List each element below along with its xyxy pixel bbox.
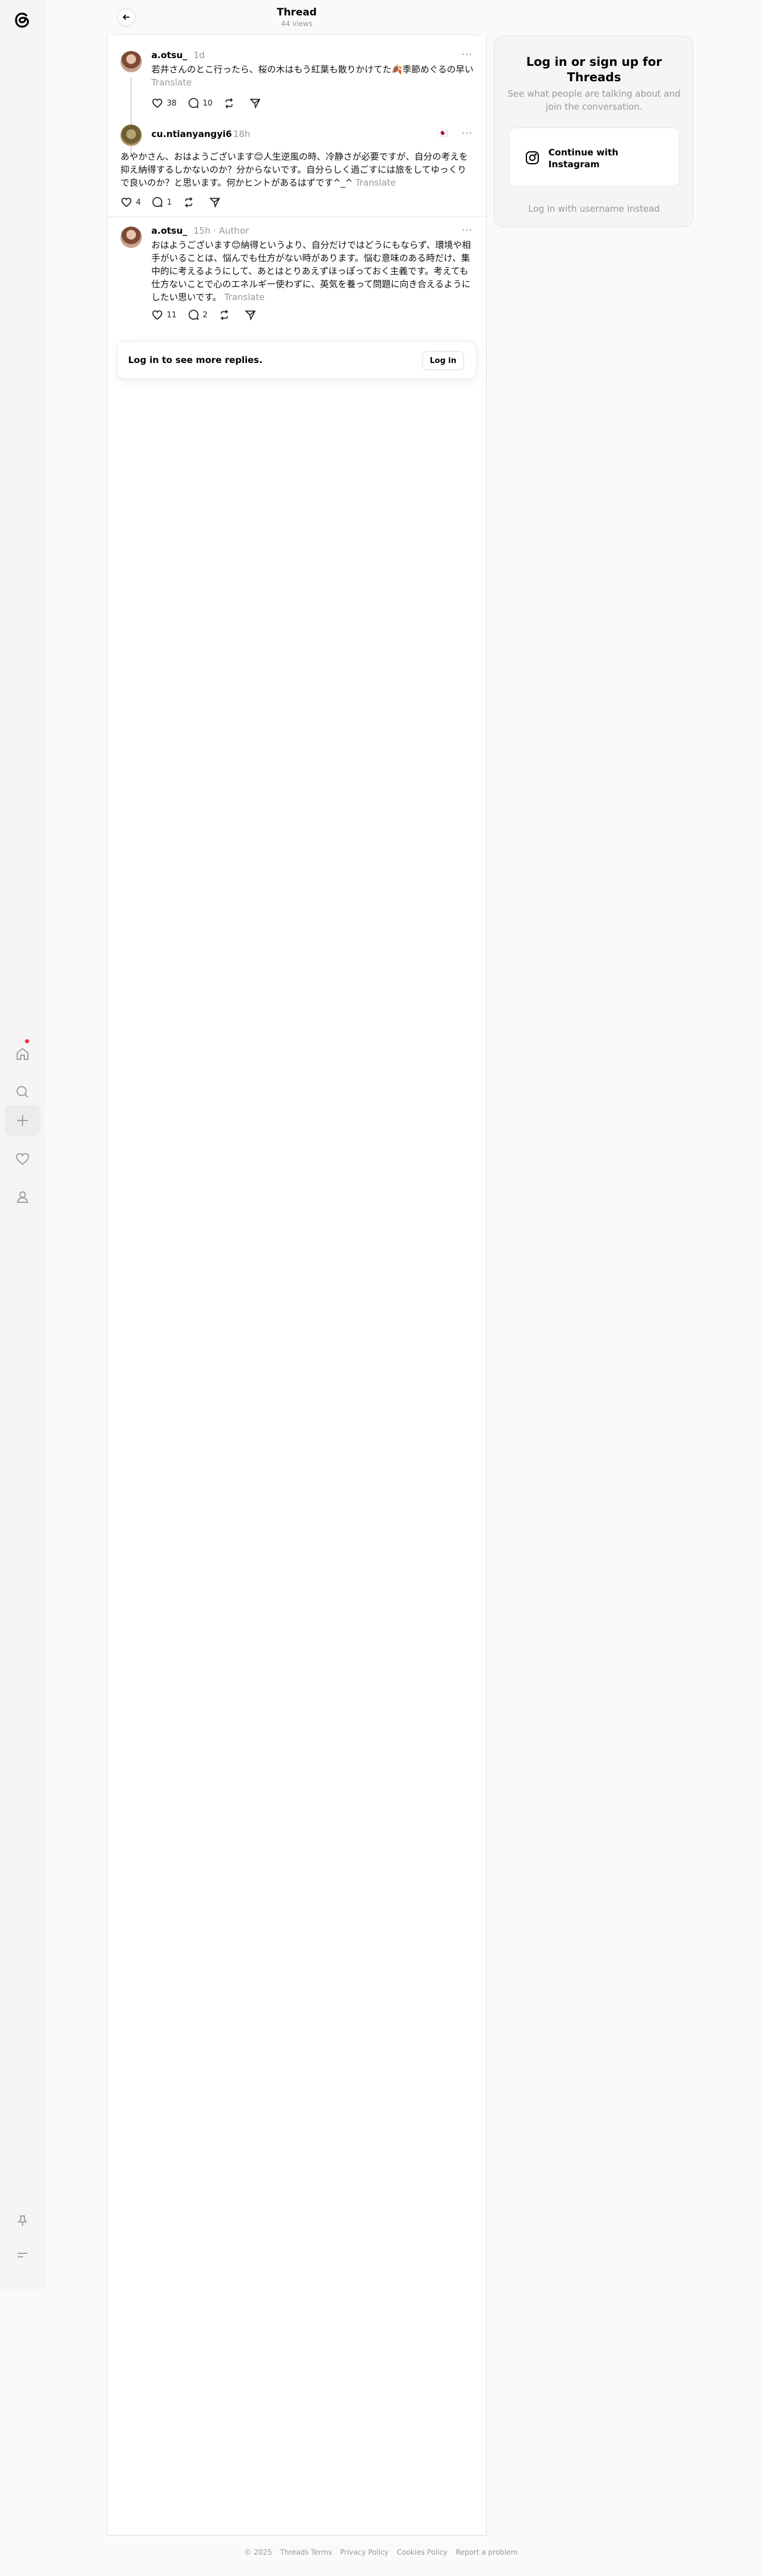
- share-icon: [209, 198, 220, 208]
- login-card-subtitle: See what people are talking about and jo…: [507, 88, 681, 112]
- create-nav-button[interactable]: [5, 1105, 40, 1136]
- like-count: 4: [136, 198, 141, 207]
- instagram-button-label: Continue with Instagram: [548, 147, 618, 170]
- left-nav-rail: [0, 0, 45, 2290]
- post-body: おはようございます😊納得というより、自分だけではどうにもならず、環境や相手がいる…: [151, 240, 471, 303]
- post-actions: 38 10: [151, 96, 275, 110]
- thread-column: a.otsu_ 1d ··· 若井さんのとこ行ったら、桜の木はもう紅葉も散りかけ…: [107, 36, 487, 2536]
- repost-button[interactable]: [218, 309, 234, 321]
- avatar[interactable]: [120, 227, 142, 248]
- like-button[interactable]: 4: [120, 196, 141, 208]
- reply-button[interactable]: 10: [188, 97, 213, 109]
- post-body: 若井さんのとこ行ったら、桜の木はもう紅葉も散りかけてた🍂季節めぐるの早い: [151, 64, 474, 75]
- share-icon: [245, 310, 256, 321]
- like-button[interactable]: 11: [151, 309, 177, 321]
- like-count: 38: [167, 98, 177, 108]
- home-icon: [17, 1047, 28, 1060]
- search-nav-button[interactable]: [5, 1077, 40, 1107]
- footer-link-terms[interactable]: Threads Terms: [280, 2548, 332, 2556]
- more-options-button[interactable]: ···: [462, 224, 472, 235]
- post-actions: 4 1: [120, 195, 235, 209]
- menu-nav-button[interactable]: [5, 2240, 40, 2271]
- post-username[interactable]: cu.ntianyangyi6: [151, 129, 232, 139]
- activity-nav-button[interactable]: [5, 1144, 40, 1174]
- translate-link[interactable]: Translate: [355, 177, 396, 188]
- heart-icon: [121, 198, 132, 208]
- notification-dot: [25, 1039, 29, 1043]
- post-time: 15h · Author: [193, 225, 249, 236]
- login-button[interactable]: Log in: [422, 351, 464, 370]
- reply-count: 10: [202, 98, 213, 108]
- search-icon: [17, 1086, 28, 1098]
- avatar[interactable]: [120, 125, 142, 146]
- post-username[interactable]: a.otsu_: [151, 50, 187, 61]
- copyright: © 2025: [244, 2548, 272, 2556]
- login-prompt-text: Log in to see more replies.: [128, 355, 263, 365]
- share-button[interactable]: [209, 196, 224, 208]
- post-actions: 11 2: [151, 308, 271, 322]
- author-tag: Author: [218, 225, 249, 236]
- reply-count: 1: [167, 198, 172, 207]
- profile-icon: [17, 1191, 28, 1203]
- avatar[interactable]: [120, 51, 142, 72]
- post-time-value[interactable]: 15h: [193, 225, 211, 236]
- create-icon: [17, 1115, 28, 1126]
- reply-count: 2: [202, 310, 208, 320]
- comment-icon: [188, 310, 199, 320]
- heart-icon: [15, 1152, 30, 1166]
- translate-link[interactable]: Translate: [151, 77, 192, 88]
- footer-link-privacy[interactable]: Privacy Policy: [340, 2548, 389, 2556]
- post-text: 若井さんのとこ行ったら、桜の木はもう紅葉も散りかけてた🍂季節めぐるの早い Tra…: [151, 63, 474, 89]
- menu-icon: [18, 2253, 27, 2257]
- pin-nav-button[interactable]: [5, 2205, 40, 2236]
- share-button[interactable]: [249, 97, 265, 109]
- footer-link-report[interactable]: Report a problem: [456, 2548, 517, 2556]
- username-login-link[interactable]: Log in with username instead: [506, 203, 682, 214]
- continue-with-instagram-button[interactable]: Continue with Instagram: [509, 128, 680, 187]
- share-button[interactable]: [245, 309, 260, 321]
- login-card: Log in or sign up for Threads See what p…: [494, 36, 693, 227]
- repost-icon: [185, 197, 192, 208]
- repost-icon: [225, 98, 233, 109]
- heart-icon: [152, 310, 163, 320]
- repost-button[interactable]: [223, 97, 239, 109]
- post-time[interactable]: 18h: [233, 129, 250, 139]
- thread-header: Thread 44 views: [107, 0, 487, 36]
- reply-button[interactable]: 2: [188, 309, 208, 321]
- threads-logo-icon[interactable]: [11, 8, 34, 32]
- comment-icon: [153, 197, 163, 208]
- heart-icon: [152, 98, 163, 109]
- post-divider: [107, 216, 486, 217]
- profile-nav-button[interactable]: [5, 1182, 40, 1212]
- comment-icon: [188, 98, 199, 109]
- post-text: おはようございます😊納得というより、自分だけではどうにもならず、環境や相手がいる…: [151, 238, 475, 304]
- post-body: あやかさん、おはようございます😊人生逆風の時、冷静さが必要ですが、自分の考えを抑…: [120, 151, 468, 188]
- page-title: Thread: [277, 7, 317, 18]
- home-nav-button[interactable]: [5, 1039, 40, 1069]
- view-count: 44 views: [281, 20, 313, 28]
- footer-link-cookies[interactable]: Cookies Policy: [397, 2548, 447, 2556]
- translate-link[interactable]: Translate: [224, 292, 265, 303]
- post-time[interactable]: 1d: [193, 50, 205, 61]
- repost-button[interactable]: [183, 196, 198, 208]
- reply-button[interactable]: 1: [151, 196, 172, 208]
- footer: © 2025 Threads Terms Privacy Policy Cook…: [0, 2548, 762, 2556]
- post-text: あやかさん、おはようございます😊人生逆風の時、冷静さが必要ですが、自分の考えを抑…: [120, 150, 474, 189]
- repost-icon: [220, 310, 228, 320]
- post-username[interactable]: a.otsu_: [151, 225, 187, 236]
- pin-icon: [18, 2215, 27, 2226]
- instagram-icon: [526, 151, 539, 164]
- like-count: 11: [167, 310, 177, 320]
- share-icon: [249, 98, 261, 109]
- flag-badge: 🇯🇵: [437, 129, 448, 138]
- like-button[interactable]: 38: [151, 97, 177, 109]
- more-options-button[interactable]: ···: [462, 49, 472, 60]
- more-options-button[interactable]: ···: [462, 128, 472, 139]
- login-prompt-bar: Log in to see more replies. Log in: [117, 341, 477, 379]
- login-card-title: Log in or sign up for Threads: [526, 55, 662, 84]
